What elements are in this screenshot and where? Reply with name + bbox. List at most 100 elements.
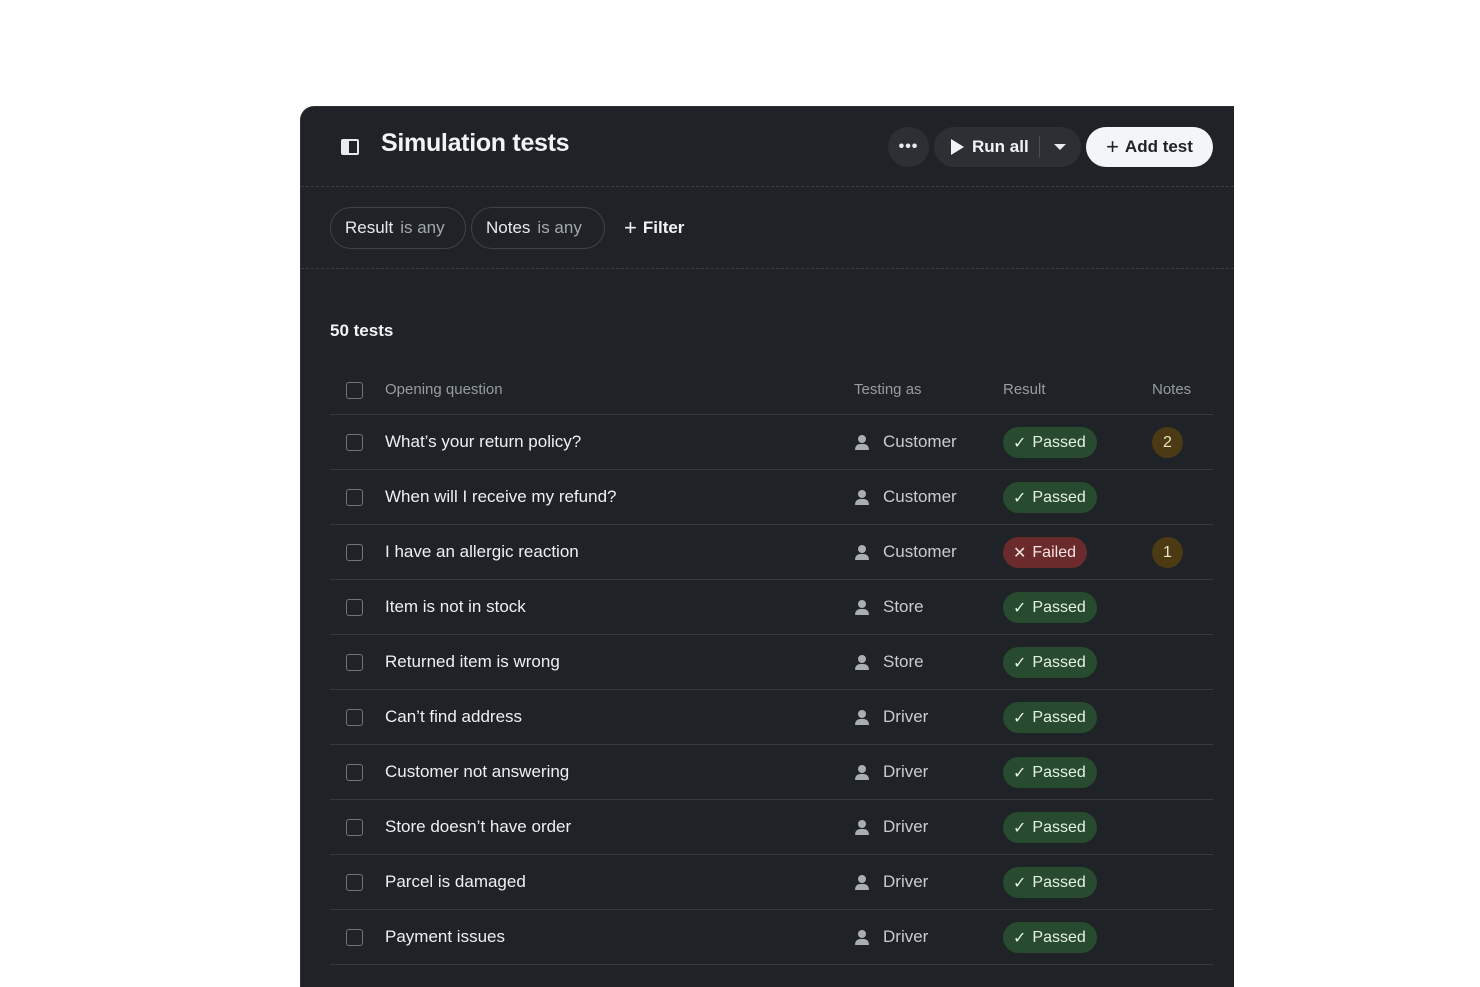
plus-icon: +	[624, 215, 637, 240]
person-icon	[855, 654, 869, 670]
tests-table: Opening question Testing as Result Notes…	[330, 370, 1213, 965]
result-badge: ✓ Passed	[1003, 757, 1097, 788]
table-row[interactable]: Store doesn’t have order Driver ✓ Passed	[330, 800, 1213, 855]
column-header-question[interactable]: Opening question	[385, 381, 503, 398]
row-checkbox[interactable]	[346, 929, 363, 946]
opening-question[interactable]: Item is not in stock	[385, 597, 526, 617]
column-header-testing-as[interactable]: Testing as	[854, 381, 922, 398]
opening-question[interactable]: When will I receive my refund?	[385, 487, 616, 507]
add-filter-label: Filter	[642, 218, 685, 237]
testing-as-label: Store	[883, 652, 924, 671]
row-checkbox[interactable]	[346, 654, 363, 671]
result-label: Passed	[1032, 598, 1086, 616]
table-row[interactable]: Returned item is wrong Store ✓ Passed	[330, 635, 1213, 690]
add-test-button[interactable]: + Add test	[1086, 127, 1213, 167]
add-test-label: Add test	[1124, 137, 1193, 156]
testing-as-label: Driver	[883, 817, 929, 836]
testing-as-cell: Driver	[855, 872, 928, 892]
result-label: Passed	[1032, 653, 1086, 671]
testing-as-label: Store	[883, 597, 924, 616]
person-icon	[855, 489, 869, 505]
table-row[interactable]: Can’t find address Driver ✓ Passed	[330, 690, 1213, 745]
result-label: Passed	[1032, 708, 1086, 726]
filter-operator: is any	[400, 218, 445, 237]
simulation-tests-panel: Simulation tests ••• Run all + Add test …	[300, 106, 1234, 987]
filter-chip-result[interactable]: Result is any	[330, 207, 466, 249]
filter-field: Notes	[486, 218, 531, 237]
column-header-notes[interactable]: Notes	[1152, 381, 1191, 398]
check-icon: ✓	[1013, 709, 1027, 727]
run-all-button[interactable]: Run all	[934, 127, 1039, 167]
person-icon	[855, 434, 869, 450]
testing-as-cell: Driver	[855, 762, 928, 782]
testing-as-label: Driver	[883, 927, 929, 946]
row-checkbox[interactable]	[346, 434, 363, 451]
table-row[interactable]: Parcel is damaged Driver ✓ Passed	[330, 855, 1213, 910]
table-row[interactable]: Payment issues Driver ✓ Passed	[330, 910, 1213, 965]
table-row[interactable]: Customer not answering Driver ✓ Passed	[330, 745, 1213, 800]
opening-question[interactable]: Returned item is wrong	[385, 652, 560, 672]
row-checkbox[interactable]	[346, 874, 363, 891]
table-row[interactable]: What’s your return policy? Customer ✓ Passe…	[330, 415, 1213, 470]
filter-chip-notes[interactable]: Notes is any	[471, 207, 605, 249]
opening-question[interactable]: Store doesn’t have order	[385, 817, 571, 837]
sidebar-toggle-icon[interactable]	[341, 139, 359, 155]
filter-operator: is any	[537, 218, 582, 237]
person-icon	[855, 874, 869, 890]
check-icon: ✓	[1013, 489, 1027, 507]
person-icon	[855, 544, 869, 560]
result-badge: ✓ Passed	[1003, 482, 1097, 513]
testing-as-cell: Store	[855, 652, 924, 672]
run-options-dropdown[interactable]	[1040, 127, 1081, 167]
result-badge: ✕ Failed	[1003, 537, 1087, 568]
testing-as-label: Customer	[883, 487, 957, 506]
row-checkbox[interactable]	[346, 544, 363, 561]
result-badge: ✓ Passed	[1003, 592, 1097, 623]
testing-as-label: Driver	[883, 707, 929, 726]
table-header: Opening question Testing as Result Notes	[330, 370, 1213, 415]
opening-question[interactable]: I have an allergic reaction	[385, 542, 579, 562]
testing-as-label: Driver	[883, 872, 929, 891]
result-badge: ✓ Passed	[1003, 702, 1097, 733]
run-all-split-button: Run all	[934, 127, 1081, 167]
table-row[interactable]: Item is not in stock Store ✓ Passed	[330, 580, 1213, 635]
table-row[interactable]: I have an allergic reaction Customer ✕ Fail…	[330, 525, 1213, 580]
more-options-button[interactable]: •••	[888, 127, 929, 167]
person-icon	[855, 819, 869, 835]
row-checkbox[interactable]	[346, 764, 363, 781]
testing-as-cell: Customer	[855, 487, 957, 507]
check-icon: ✓	[1013, 654, 1027, 672]
select-all-checkbox[interactable]	[346, 382, 363, 399]
testing-as-cell: Customer	[855, 432, 957, 452]
opening-question[interactable]: Payment issues	[385, 927, 505, 947]
add-filter-button[interactable]: + Filter	[624, 207, 684, 249]
test-count: 50 tests	[330, 321, 394, 340]
result-badge: ✓ Passed	[1003, 427, 1097, 458]
testing-as-label: Driver	[883, 762, 929, 781]
column-header-result[interactable]: Result	[1003, 381, 1046, 398]
result-label: Passed	[1032, 488, 1086, 506]
notes-count-badge[interactable]: 1	[1152, 537, 1183, 568]
row-checkbox[interactable]	[346, 709, 363, 726]
check-icon: ✓	[1013, 434, 1027, 452]
result-label: Passed	[1032, 873, 1086, 891]
result-label: Passed	[1032, 818, 1086, 836]
testing-as-cell: Driver	[855, 817, 928, 837]
notes-count-badge[interactable]: 2	[1152, 427, 1183, 458]
filter-bar: Result is any Notes is any + Filter	[301, 187, 1234, 269]
opening-question[interactable]: Can’t find address	[385, 707, 522, 727]
filter-field: Result	[345, 218, 394, 237]
opening-question[interactable]: What’s your return policy?	[385, 432, 581, 452]
check-icon: ✓	[1013, 599, 1027, 617]
testing-as-label: Customer	[883, 542, 957, 561]
table-row[interactable]: When will I receive my refund? Customer ✓ P…	[330, 470, 1213, 525]
check-icon: ✓	[1013, 764, 1027, 782]
result-label: Passed	[1032, 763, 1086, 781]
row-checkbox[interactable]	[346, 489, 363, 506]
opening-question[interactable]: Customer not answering	[385, 762, 569, 782]
opening-question[interactable]: Parcel is damaged	[385, 872, 526, 892]
row-checkbox[interactable]	[346, 599, 363, 616]
row-checkbox[interactable]	[346, 819, 363, 836]
person-icon	[855, 764, 869, 780]
plus-icon: +	[1106, 134, 1119, 159]
